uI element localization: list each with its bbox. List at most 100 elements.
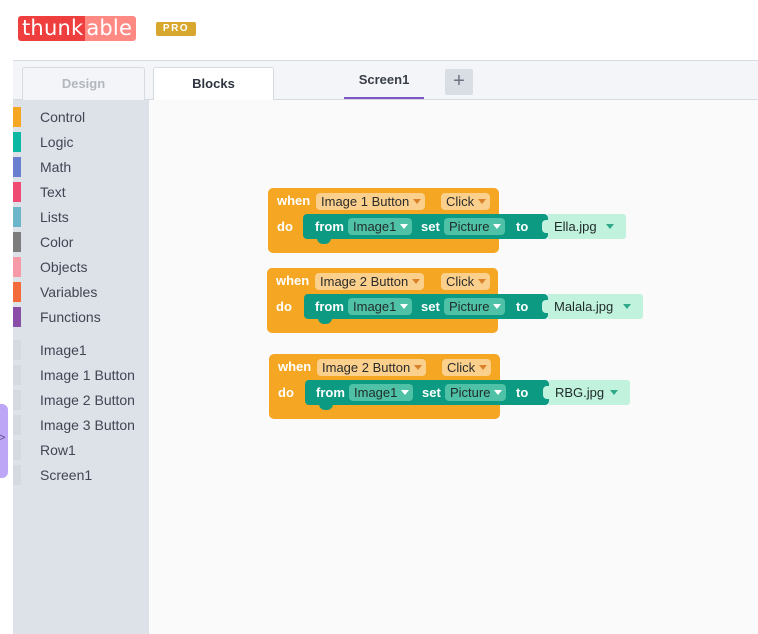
component-image-3-button[interactable]: Image 3 Button: [13, 415, 149, 435]
blocks-drawer-sidebar: Control Logic Math Text Lists Color Obje…: [13, 100, 149, 634]
from-keyword: from: [315, 219, 344, 234]
blocks-workspace[interactable]: when Image 1 Button Click do from Image1…: [149, 100, 758, 634]
dropdown-value: Picture: [450, 385, 491, 400]
category-color-swatch: [13, 157, 21, 177]
chevron-down-icon: [610, 390, 618, 395]
tab-design[interactable]: Design: [22, 67, 145, 101]
chevron-right-icon: >: [0, 432, 6, 444]
logo-text-part1: thunk: [18, 16, 86, 41]
thunkable-logo[interactable]: thunk able: [18, 16, 137, 41]
dropdown-value: Picture: [449, 299, 490, 314]
category-variables[interactable]: Variables: [13, 282, 149, 302]
chevron-down-icon: [606, 224, 614, 229]
event-dropdown[interactable]: Click: [442, 359, 492, 376]
chevron-down-icon: [623, 304, 631, 309]
chevron-down-icon: [400, 304, 409, 309]
dropdown-value: Click: [446, 194, 475, 209]
tab-blocks[interactable]: Blocks: [153, 67, 274, 102]
component-screen1[interactable]: Screen1: [13, 465, 149, 485]
chevron-down-icon: [493, 224, 502, 229]
value-block-malala-jpg[interactable]: Malala.jpg: [542, 294, 643, 319]
dropdown-value: Image 1 Button: [321, 194, 410, 209]
value-block-ella-jpg[interactable]: Ella.jpg: [542, 214, 626, 239]
property-dropdown[interactable]: Picture: [444, 218, 506, 235]
category-functions[interactable]: Functions: [13, 307, 149, 327]
dropdown-value: Image1: [354, 385, 398, 400]
app-header: thunk able PRO: [0, 0, 758, 60]
target-dropdown[interactable]: Image1: [349, 384, 414, 401]
value-connector: [543, 386, 551, 399]
category-label: Variables: [40, 284, 98, 300]
category-math[interactable]: Math: [13, 157, 149, 177]
value-text: RBG.jpg: [555, 385, 605, 400]
category-label: Color: [40, 234, 74, 250]
component-dropdown[interactable]: Image 2 Button: [317, 359, 427, 376]
screen-tab-screen1[interactable]: Screen1: [344, 61, 424, 99]
category-color-swatch: [13, 257, 21, 277]
expand-panel-handle[interactable]: >: [0, 404, 8, 478]
chevron-down-icon: [478, 279, 487, 284]
category-label: Objects: [40, 259, 88, 275]
do-keyword: do: [278, 385, 294, 400]
category-control[interactable]: Control: [13, 107, 149, 127]
category-lists[interactable]: Lists: [13, 207, 149, 227]
target-dropdown[interactable]: Image1: [348, 298, 413, 315]
chevron-down-icon: [412, 279, 421, 284]
component-dropdown[interactable]: Image 1 Button: [316, 193, 426, 210]
component-swatch: [13, 440, 21, 460]
chevron-down-icon: [401, 390, 410, 395]
dropdown-value: Click: [446, 274, 475, 289]
component-row1[interactable]: Row1: [13, 440, 149, 460]
target-dropdown[interactable]: Image1: [348, 218, 413, 235]
from-keyword: from: [316, 385, 345, 400]
category-text[interactable]: Text: [13, 182, 149, 202]
set-keyword: set: [421, 299, 440, 314]
event-dropdown[interactable]: Click: [441, 273, 491, 290]
value-connector: [542, 300, 550, 313]
category-label: Functions: [40, 309, 101, 325]
when-keyword: when: [276, 273, 310, 288]
category-objects[interactable]: Objects: [13, 257, 149, 277]
category-color-swatch: [13, 307, 21, 327]
component-label: Image1: [40, 342, 87, 358]
component-label: Image 1 Button: [40, 367, 135, 383]
dropdown-value: Image 2 Button: [320, 274, 409, 289]
category-label: Control: [40, 109, 86, 125]
to-keyword: to: [516, 219, 529, 234]
dropdown-value: Image1: [353, 299, 397, 314]
add-screen-button[interactable]: +: [445, 69, 473, 95]
property-dropdown[interactable]: Picture: [444, 298, 506, 315]
editor-tab-bar: Design Blocks Screen1 +: [13, 60, 758, 102]
category-color-swatch: [13, 132, 21, 152]
component-image-1-button[interactable]: Image 1 Button: [13, 365, 149, 385]
set-keyword: set: [421, 219, 440, 234]
when-keyword: when: [277, 193, 311, 208]
component-image-2-button[interactable]: Image 2 Button: [13, 390, 149, 410]
category-logic[interactable]: Logic: [13, 132, 149, 152]
setter-block-image1-picture[interactable]: from Image1 set Picture to: [304, 294, 548, 324]
chevron-down-icon: [478, 199, 487, 204]
property-dropdown[interactable]: Picture: [445, 384, 507, 401]
setter-block-image1-picture[interactable]: from Image1 set Picture to: [303, 214, 548, 244]
component-swatch: [13, 415, 21, 435]
category-color-swatch: [13, 232, 21, 252]
dropdown-value: Picture: [449, 219, 490, 234]
component-swatch: [13, 465, 21, 485]
dropdown-value: Image 2 Button: [322, 360, 411, 375]
category-color[interactable]: Color: [13, 232, 149, 252]
dropdown-value: Click: [447, 360, 476, 375]
event-dropdown[interactable]: Click: [441, 193, 491, 210]
setter-block-image1-picture[interactable]: from Image1 set Picture to: [305, 380, 549, 410]
component-dropdown[interactable]: Image 2 Button: [315, 273, 425, 290]
component-image1[interactable]: Image1: [13, 340, 149, 360]
category-color-swatch: [13, 282, 21, 302]
value-connector: [542, 220, 550, 233]
value-text: Ella.jpg: [554, 219, 597, 234]
do-keyword: do: [277, 219, 293, 234]
value-block-rbg-jpg[interactable]: RBG.jpg: [543, 380, 630, 405]
component-label: Image 2 Button: [40, 392, 135, 408]
component-label: Screen1: [40, 467, 93, 483]
chevron-down-icon: [493, 304, 502, 309]
category-color-swatch: [13, 107, 21, 127]
chevron-down-icon: [494, 390, 503, 395]
